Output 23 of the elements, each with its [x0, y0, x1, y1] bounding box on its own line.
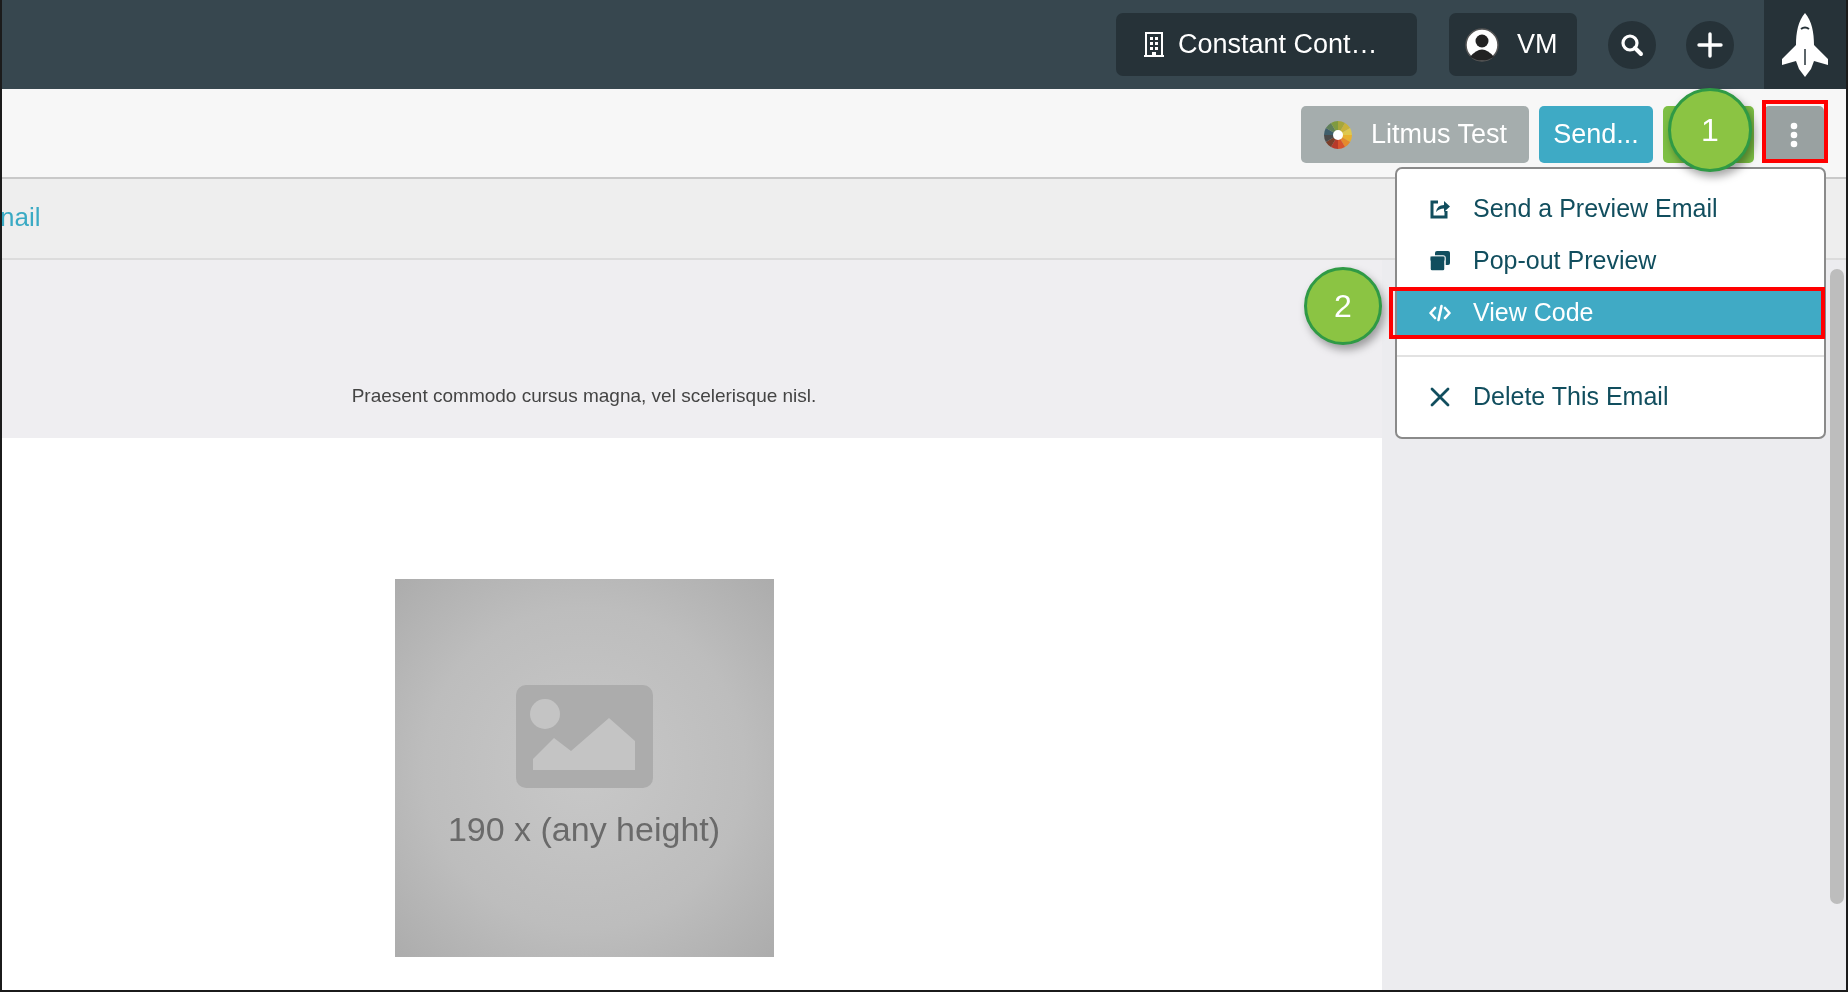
windows-icon	[1429, 250, 1451, 272]
kebab-icon	[1790, 121, 1798, 148]
avatar-icon	[1465, 27, 1499, 62]
search-icon	[1620, 32, 1644, 57]
plus-icon	[1697, 31, 1723, 58]
menu-item[interactable]: Pop-out Preview	[1397, 235, 1824, 287]
user-button[interactable]: VM	[1449, 13, 1577, 76]
highlight-frame	[1762, 100, 1828, 163]
home-button[interactable]	[1764, 0, 1846, 89]
placeholder-caption: 190 x (any height)	[447, 810, 721, 849]
close-icon	[1429, 386, 1451, 408]
organization-button[interactable]: Constant Cont…	[1116, 13, 1417, 76]
add-button[interactable]	[1686, 20, 1734, 69]
color-wheel-icon	[1322, 119, 1353, 150]
scrollbar[interactable]	[1830, 269, 1844, 904]
code-icon	[1429, 304, 1451, 322]
share-icon	[1429, 198, 1451, 220]
image-icon	[515, 685, 653, 788]
body-text: Praesent commodo cursus magna, vel scelerisque nisl.	[351, 384, 817, 408]
menu-item[interactable]: Send a Preview Email	[1397, 183, 1824, 235]
building-icon	[1144, 31, 1164, 58]
menu-item[interactable]: Delete This Email	[1397, 371, 1824, 423]
search-button[interactable]	[1608, 20, 1656, 69]
